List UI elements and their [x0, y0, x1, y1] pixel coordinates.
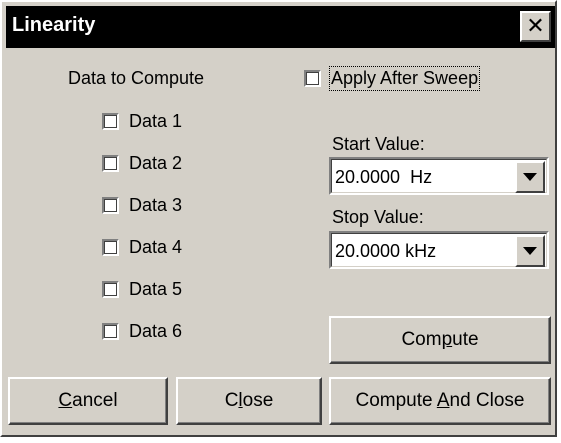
cancel-label-mnemonic: C [58, 390, 73, 411]
close-button[interactable]: Close [176, 377, 322, 425]
cancel-button[interactable]: Cancel [8, 377, 168, 425]
start-value-dropdown[interactable]: 20.0000 Hz [329, 157, 549, 195]
data-5-checkbox-row[interactable]: Data 5 [102, 279, 182, 300]
start-value-label: Start Value: [332, 134, 425, 154]
data-2-label: Data 2 [129, 153, 183, 173]
data-6-checkbox-row[interactable]: Data 6 [102, 321, 182, 342]
start-value-dropdown-button[interactable] [515, 161, 545, 193]
data-to-compute-heading: Data to Compute [68, 68, 205, 88]
data-6-checkbox[interactable] [102, 323, 119, 340]
compute-button[interactable]: Compute [329, 316, 551, 364]
stop-value-field-frame: 20.0000 kHz [331, 233, 547, 267]
chevron-down-icon [523, 173, 537, 181]
title-bar[interactable]: Linearity ✕ [6, 6, 555, 48]
cancel-label-post: ancel [72, 390, 118, 411]
apply-after-sweep-checkbox[interactable] [304, 70, 321, 87]
compute-and-close-label-post: nd Close [449, 390, 525, 411]
compute-and-close-label-mnemonic: A [436, 390, 450, 411]
data-2-checkbox-row[interactable]: Data 2 [102, 153, 182, 174]
close-label-post: ose [242, 390, 274, 411]
chevron-down-icon [523, 247, 537, 255]
data-4-label: Data 4 [129, 237, 183, 257]
data-2-checkbox[interactable] [102, 155, 119, 172]
window-title: Linearity [12, 14, 96, 36]
compute-label-mnemonic: p [441, 329, 453, 350]
stop-value-dropdown-button[interactable] [515, 235, 545, 267]
compute-and-close-label-pre: Compute [355, 390, 437, 411]
cancel-label: Cancel [58, 390, 117, 412]
data-3-label: Data 3 [129, 195, 183, 215]
linearity-dialog: Linearity ✕ Data to Compute Data 1 Data … [0, 0, 557, 437]
compute-and-close-button[interactable]: Compute And Close [329, 377, 551, 425]
data-4-checkbox[interactable] [102, 239, 119, 256]
close-window-button[interactable]: ✕ [520, 11, 551, 42]
start-value-text: 20.0000 Hz [335, 167, 433, 187]
compute-and-close-label: Compute And Close [355, 390, 524, 412]
data-5-label: Data 5 [129, 279, 183, 299]
compute-label-post: ute [452, 329, 479, 350]
compute-label: Compute [401, 329, 478, 351]
start-value-field-frame: 20.0000 Hz [331, 159, 547, 193]
data-1-checkbox-row[interactable]: Data 1 [102, 111, 182, 132]
apply-after-sweep-label: Apply After Sweep [328, 66, 481, 91]
close-label-pre: C [224, 390, 239, 411]
close-label: Close [225, 390, 274, 412]
close-icon: ✕ [526, 13, 545, 39]
data-5-checkbox[interactable] [102, 281, 119, 298]
data-4-checkbox-row[interactable]: Data 4 [102, 237, 182, 258]
compute-label-pre: Com [401, 329, 442, 350]
stop-value-label: Stop Value: [332, 207, 424, 227]
stop-value-text: 20.0000 kHz [335, 241, 437, 261]
data-1-label: Data 1 [129, 111, 183, 131]
apply-after-sweep-row[interactable]: Apply After Sweep [304, 66, 481, 91]
data-3-checkbox-row[interactable]: Data 3 [102, 195, 182, 216]
data-3-checkbox[interactable] [102, 197, 119, 214]
stop-value-dropdown[interactable]: 20.0000 kHz [329, 231, 549, 269]
data-6-label: Data 6 [129, 321, 183, 341]
data-1-checkbox[interactable] [102, 113, 119, 130]
